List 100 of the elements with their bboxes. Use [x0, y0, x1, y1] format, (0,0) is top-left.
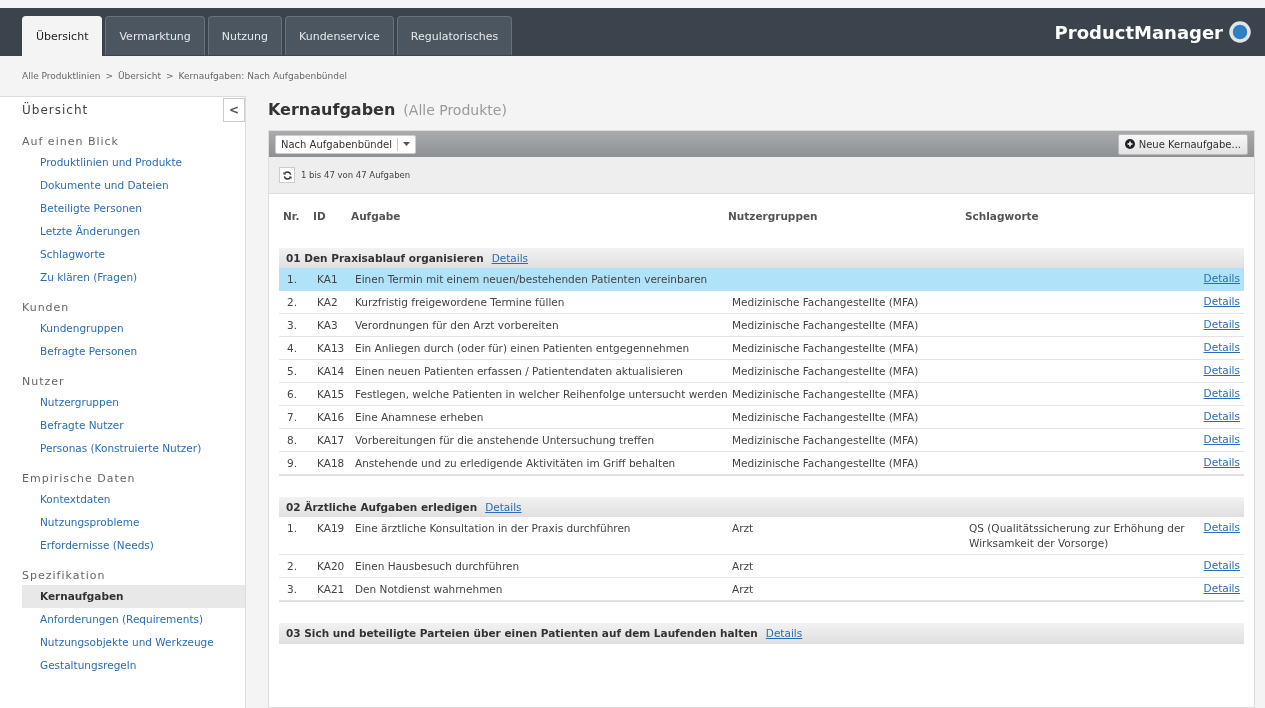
brand-logo-text: ProductManager	[1054, 21, 1223, 43]
details-link[interactable]: Details	[1203, 582, 1240, 594]
table-cell-text: Einen Termin mit einem neuen/bestehenden Patienten vereinbaren	[355, 272, 709, 287]
table-cell: Medizinische Fachangestellte (MFA)	[732, 296, 919, 308]
result-count: 1 bis 47 von 47 Aufgaben	[301, 170, 411, 180]
grouping-dropdown[interactable]: Nach Aufgabenbündel	[275, 134, 416, 154]
sidebar-item[interactable]: Nutzergruppen	[22, 391, 245, 414]
group-title: 03 Sich und beteiligte Parteien über einen Patienten auf dem Laufenden halten	[286, 627, 758, 639]
sidebar-item[interactable]: Kernaufgaben	[22, 585, 245, 608]
details-link[interactable]: Details	[1203, 410, 1240, 422]
table-cell-text: 2.	[287, 295, 299, 310]
sidebar-item[interactable]: Anforderungen (Requirements)	[22, 608, 245, 631]
breadcrumb-item[interactable]: Übersicht	[118, 71, 161, 81]
table-cell-text: 2.	[287, 559, 299, 574]
sidebar-item[interactable]: Schlagworte	[22, 243, 245, 266]
breadcrumb-item[interactable]: Alle Produktlinien	[22, 71, 101, 81]
sidebar-item[interactable]: Letzte Änderungen	[22, 220, 245, 243]
details-link[interactable]: Details	[1203, 559, 1240, 571]
nav-tab[interactable]: Nutzung	[207, 16, 283, 55]
group-title: 02 Ärztliche Aufgaben erledigen	[286, 501, 478, 513]
sidebar-item[interactable]: Befragte Nutzer	[22, 414, 245, 437]
table-cell-text: KA1	[317, 272, 339, 287]
table-cell-text: Den Notdienst wahrnehmen	[355, 582, 504, 597]
table-cell-text: 5.	[287, 364, 299, 379]
sidebar-section-title: Spezifikation	[21, 568, 107, 584]
nav-tab[interactable]: Kundenservice	[285, 16, 394, 55]
details-link[interactable]: Details	[1203, 456, 1240, 468]
table-cell-text: 9.	[287, 456, 299, 471]
table-cell-text: 1.	[287, 272, 299, 287]
table-cell-text: 7.	[287, 410, 299, 425]
sidebar-item[interactable]: Dokumente und Dateien	[22, 174, 245, 197]
column-header: Nr.	[283, 210, 301, 222]
table-cell: Medizinische Fachangestellte (MFA)	[732, 411, 919, 423]
sidebar-section-title: Auf einen Blick	[21, 134, 120, 150]
refresh-icon	[282, 170, 292, 180]
table-cell-text: KA16	[317, 410, 346, 425]
details-link[interactable]: Details	[485, 501, 522, 513]
nav-tab[interactable]: Übersicht	[22, 16, 103, 56]
sidebar-item[interactable]: Personas (Konstruierte Nutzer)	[22, 437, 245, 460]
table-cell-text: 8.	[287, 433, 299, 448]
table-cell-text: KA3	[317, 318, 339, 333]
table-cell-text: Ein Anliegen durch (oder für) einen Patienten entgegennehmen	[355, 341, 691, 356]
table-cell: Medizinische Fachangestellte (MFA)	[732, 342, 919, 354]
table-cell: Medizinische Fachangestellte (MFA)	[732, 388, 919, 400]
breadcrumb-separator: >	[165, 71, 174, 81]
table-cell-text: KA17	[317, 433, 346, 448]
column-header: ID	[313, 210, 327, 222]
details-link[interactable]: Details	[1203, 295, 1240, 307]
details-link[interactable]: Details	[1203, 433, 1240, 445]
details-link[interactable]: Details	[491, 252, 529, 264]
sidebar-item[interactable]: Nutzungsobjekte und Werkzeuge	[22, 631, 245, 654]
table-cell: Medizinische Fachangestellte (MFA)	[732, 319, 919, 331]
table-cell: Arzt	[732, 560, 754, 572]
collapse-button[interactable]: <	[223, 98, 245, 122]
sidebar-item[interactable]: Produktlinien und Produkte	[22, 151, 245, 174]
group-title: 01 Den Praxisablauf organisieren	[286, 252, 484, 264]
task-row[interactable]: 1. KA1 Einen Termin mit einem neuen/bestehenden Patienten vereinbaren Details	[279, 268, 1244, 291]
breadcrumb-separator: >	[105, 71, 113, 81]
sidebar-item[interactable]: Kontextdaten	[22, 488, 245, 511]
details-link[interactable]: Details	[1203, 341, 1240, 353]
table-cell-text: KA15	[317, 387, 346, 402]
ring-logo-icon	[1229, 21, 1251, 43]
details-link[interactable]: Details	[765, 627, 803, 639]
sidebar-item[interactable]: Gestaltungsregeln	[22, 654, 245, 677]
sidebar-item[interactable]: Nutzungsprobleme	[22, 511, 245, 534]
table-cell: Medizinische Fachangestellte (MFA)	[732, 365, 919, 377]
sidebar-item[interactable]: Beteiligte Personen	[22, 197, 245, 220]
table-cell-text: KA20	[317, 559, 346, 574]
table-cell-text: KA2	[317, 295, 339, 310]
table-cell-text: 1.	[287, 521, 299, 536]
sidebar-item[interactable]: Erfordernisse (Needs)	[22, 534, 245, 557]
details-link[interactable]: Details	[1203, 272, 1240, 284]
table-cell-text: 6.	[287, 387, 299, 402]
details-link[interactable]: Details	[1203, 521, 1240, 533]
caret-icon	[402, 142, 410, 146]
refresh-button[interactable]	[279, 167, 295, 183]
table-cell: Arzt	[732, 522, 754, 534]
table-cell: Medizinische Fachangestellte (MFA)	[732, 434, 919, 446]
breadcrumb-item: Kernaufgaben: Nach Aufgabenbündel	[178, 71, 347, 81]
nav-tab[interactable]: Regulatorisches	[396, 16, 513, 55]
details-link[interactable]: Details	[1203, 364, 1240, 376]
sidebar-section-title: Kunden	[21, 300, 71, 316]
table-cell-text: 3.	[287, 582, 299, 597]
table-cell-text: KA13	[317, 341, 346, 356]
table-cell-text: KA21	[317, 582, 346, 597]
details-link[interactable]: Details	[1203, 318, 1240, 330]
table-cell-text: KA14	[317, 364, 346, 379]
table-cell-text: KA18	[317, 456, 346, 471]
sidebar-item[interactable]: Befragte Personen	[22, 340, 245, 363]
table-cell-text: Verordnungen für den Arzt vorbereiten	[355, 318, 560, 333]
details-link[interactable]: Details	[1203, 387, 1240, 399]
table-cell-text: Einen Hausbesuch durchführen	[355, 559, 521, 574]
column-header: Aufgabe	[351, 210, 402, 222]
new-task-button[interactable]: Neue Kernaufgabe...	[1117, 133, 1248, 155]
sidebar-item[interactable]: Kundengruppen	[22, 317, 245, 340]
table-cell: Arzt	[732, 583, 754, 595]
sidebar-title: Übersicht	[22, 103, 89, 117]
nav-tab[interactable]: Vermarktung	[105, 16, 205, 55]
table-cell-text: Einen neuen Patienten erfassen / Patientendaten aktualisieren	[355, 364, 685, 379]
sidebar-item[interactable]: Zu klären (Fragen)	[22, 266, 245, 289]
